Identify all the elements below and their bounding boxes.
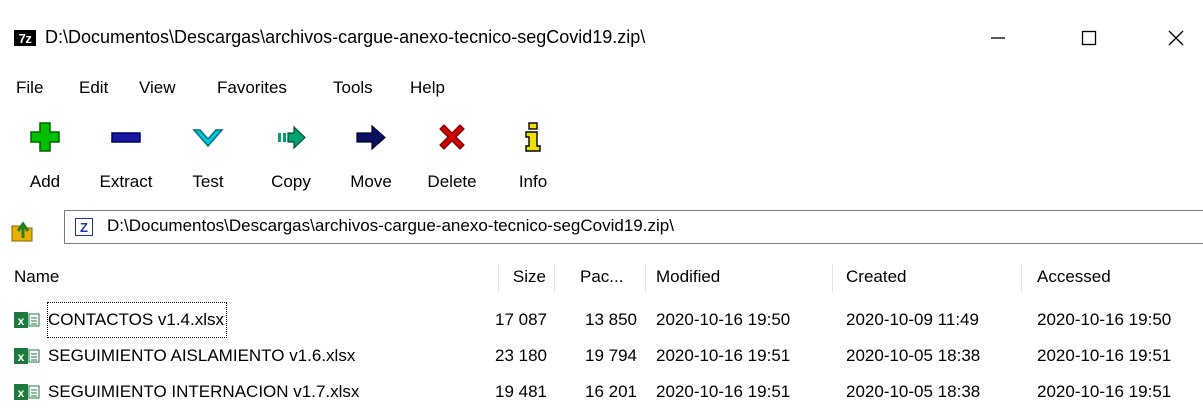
copy-icon bbox=[278, 125, 306, 150]
info-label: Info bbox=[518, 172, 548, 191]
maximize-button[interactable] bbox=[1066, 18, 1112, 58]
file-accessed: 2020-10-16 19:51 bbox=[1037, 346, 1172, 365]
delete-icon bbox=[439, 124, 465, 150]
maximize-icon bbox=[1081, 30, 1097, 46]
file-accessed: 2020-10-16 19:50 bbox=[1037, 310, 1172, 329]
file-created: 2020-10-05 18:38 bbox=[846, 382, 981, 401]
column-divider[interactable] bbox=[1021, 264, 1022, 292]
extract-label: Extract bbox=[99, 172, 153, 191]
move-icon bbox=[356, 124, 386, 151]
extract-button[interactable]: Extract bbox=[86, 112, 166, 200]
file-packed: 19 794 bbox=[585, 346, 637, 365]
file-size: 19 481 bbox=[495, 382, 547, 401]
file-modified: 2020-10-16 19:51 bbox=[656, 382, 791, 401]
menu-help[interactable]: Help bbox=[410, 78, 445, 98]
column-divider[interactable] bbox=[832, 264, 833, 292]
excel-file-icon: x bbox=[14, 384, 40, 400]
excel-file-icon: x bbox=[14, 348, 40, 364]
column-divider[interactable] bbox=[645, 264, 646, 292]
col-modified[interactable]: Modified bbox=[656, 256, 720, 298]
file-packed: 13 850 bbox=[585, 310, 637, 329]
table-row[interactable]: x SEGUIMIENTO AISLAMIENTO v1.6.xlsx 23 1… bbox=[0, 338, 1203, 374]
delete-label: Delete bbox=[427, 172, 477, 191]
add-button[interactable]: Add bbox=[15, 112, 75, 200]
info-icon bbox=[525, 122, 541, 152]
menu-file[interactable]: File bbox=[16, 78, 43, 98]
address-bar: Z D:\Documentos\Descargas\archivos-cargu… bbox=[0, 206, 1203, 250]
col-name[interactable]: Name bbox=[14, 256, 59, 298]
file-accessed: 2020-10-16 19:51 bbox=[1037, 382, 1172, 401]
test-label: Test bbox=[192, 172, 224, 191]
file-name: SEGUIMIENTO INTERNACION v1.7.xlsx bbox=[48, 382, 360, 401]
file-created: 2020-10-05 18:38 bbox=[846, 346, 981, 365]
excel-file-icon: x bbox=[14, 312, 40, 328]
app-icon: 7z bbox=[14, 30, 36, 46]
file-modified: 2020-10-16 19:51 bbox=[656, 346, 791, 365]
info-button[interactable]: Info bbox=[510, 112, 556, 200]
title-bar: 7z D:\Documentos\Descargas\archivos-carg… bbox=[0, 0, 1203, 72]
svg-text:x: x bbox=[18, 386, 25, 400]
file-name: CONTACTOS v1.4.xlsx bbox=[47, 302, 228, 338]
test-icon bbox=[192, 129, 224, 148]
move-label: Move bbox=[350, 172, 392, 191]
window-title: D:\Documentos\Descargas\archivos-cargue-… bbox=[45, 27, 646, 47]
add-icon bbox=[30, 122, 60, 152]
copy-label: Copy bbox=[271, 172, 311, 191]
minimize-icon bbox=[991, 37, 1005, 39]
svg-text:Z: Z bbox=[80, 220, 88, 235]
close-icon bbox=[1168, 30, 1184, 46]
menu-tools[interactable]: Tools bbox=[333, 78, 373, 98]
address-input[interactable]: Z D:\Documentos\Descargas\archivos-cargu… bbox=[64, 210, 1203, 244]
file-name: SEGUIMIENTO AISLAMIENTO v1.6.xlsx bbox=[48, 346, 356, 365]
menu-bar: File Edit View Favorites Tools Help bbox=[0, 72, 1203, 106]
svg-text:x: x bbox=[18, 350, 25, 364]
toolbar: Add Extract Test Copy Move Delete Info bbox=[0, 106, 1203, 204]
address-path: D:\Documentos\Descargas\archivos-cargue-… bbox=[107, 216, 674, 235]
table-row[interactable]: x CONTACTOS v1.4.xlsx 17 087 13 850 2020… bbox=[0, 302, 1203, 338]
test-button[interactable]: Test bbox=[180, 112, 236, 200]
svg-text:x: x bbox=[18, 314, 25, 328]
file-modified: 2020-10-16 19:50 bbox=[656, 310, 791, 329]
column-divider[interactable] bbox=[498, 264, 499, 292]
extract-icon bbox=[111, 132, 141, 143]
col-accessed[interactable]: Accessed bbox=[1037, 256, 1111, 298]
column-divider[interactable] bbox=[554, 264, 555, 292]
table-row[interactable]: x SEGUIMIENTO INTERNACION v1.7.xlsx 19 4… bbox=[0, 374, 1203, 410]
add-label: Add bbox=[29, 172, 61, 191]
zip-archive-icon: Z bbox=[75, 218, 93, 236]
copy-button[interactable]: Copy bbox=[259, 112, 323, 200]
close-button[interactable] bbox=[1153, 18, 1199, 58]
delete-button[interactable]: Delete bbox=[418, 112, 486, 200]
menu-favorites[interactable]: Favorites bbox=[217, 78, 287, 98]
menu-view[interactable]: View bbox=[139, 78, 176, 98]
column-header: Name Size Pac... Modified Created Access… bbox=[0, 256, 1203, 298]
folder-up-icon[interactable] bbox=[10, 218, 36, 244]
file-size: 23 180 bbox=[495, 346, 547, 365]
menu-edit[interactable]: Edit bbox=[79, 78, 108, 98]
col-packed[interactable]: Pac... bbox=[580, 256, 623, 298]
col-created[interactable]: Created bbox=[846, 256, 906, 298]
file-size: 17 087 bbox=[495, 310, 547, 329]
col-size[interactable]: Size bbox=[508, 256, 546, 298]
minimize-button[interactable] bbox=[975, 18, 1021, 58]
move-button[interactable]: Move bbox=[340, 112, 402, 200]
file-packed: 16 201 bbox=[585, 382, 637, 401]
file-created: 2020-10-09 11:49 bbox=[846, 310, 979, 329]
